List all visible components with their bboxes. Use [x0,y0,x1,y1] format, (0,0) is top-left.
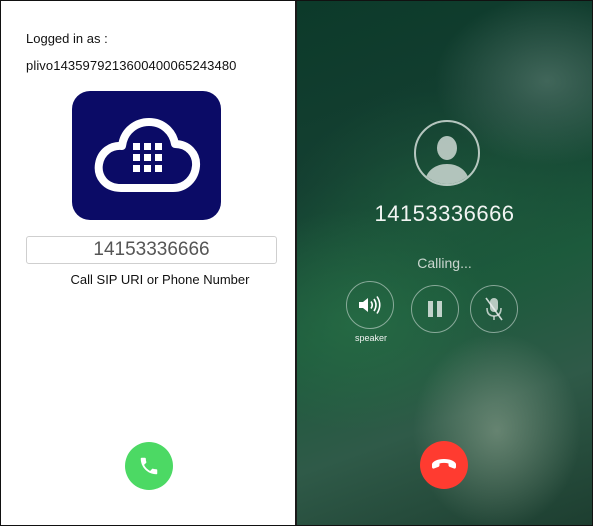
mute-icon [485,297,503,321]
phone-icon [140,457,158,475]
speaker-icon [359,296,381,314]
caller-avatar [414,120,480,186]
username-text: plivo1435979213600400065243480 [26,58,237,73]
dialer-panel: Logged in as : plivo14359792136004000652… [1,1,297,525]
person-icon [424,136,470,184]
hold-button[interactable] [411,285,459,333]
pause-icon [428,301,442,317]
cloud-keypad-icon [94,117,200,192]
phone-number-input[interactable] [26,236,277,264]
speaker-label: speaker [354,333,388,343]
mute-button[interactable] [470,285,518,333]
logged-in-label: Logged in as : [26,31,108,46]
callee-number: 14153336666 [374,201,515,226]
call-button[interactable] [125,442,173,490]
call-status: Calling... [417,255,472,271]
input-hint-label: Call SIP URI or Phone Number [70,272,250,287]
hangup-button[interactable] [420,441,468,489]
speaker-button[interactable] [346,281,394,329]
phone-hangup-icon [432,459,456,469]
app-logo [72,91,221,220]
